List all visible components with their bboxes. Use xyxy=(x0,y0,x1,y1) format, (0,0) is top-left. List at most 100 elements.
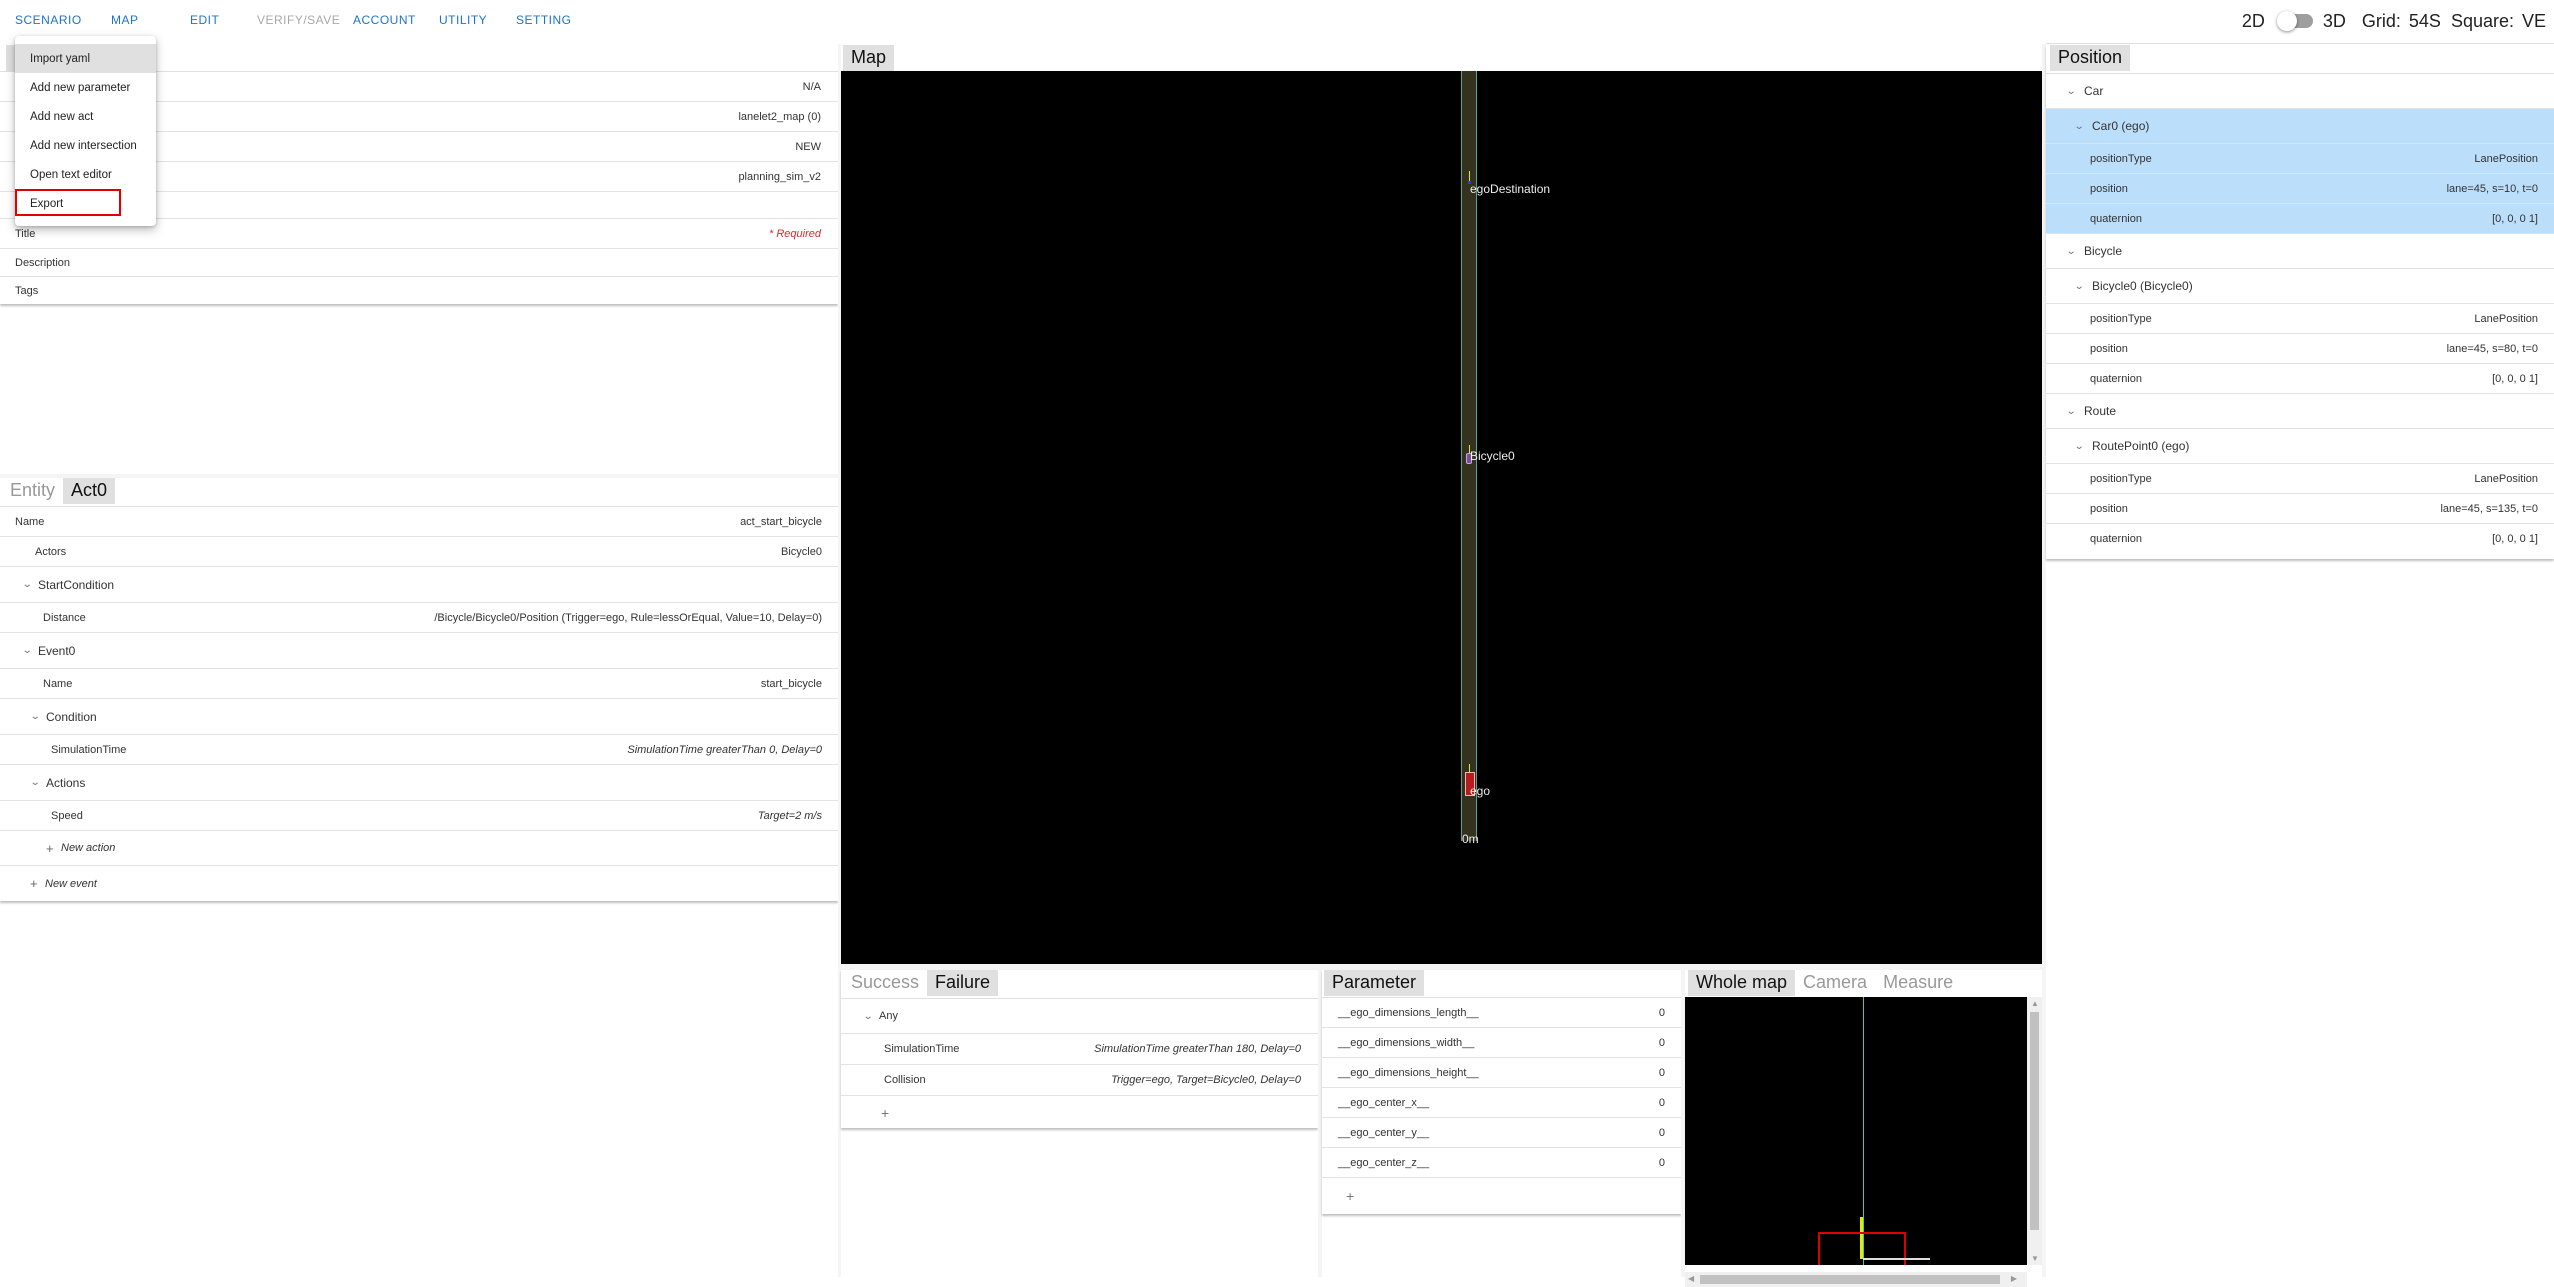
menu-item-add-new-parameter[interactable]: Add new parameter xyxy=(15,73,156,102)
chevron-down-icon[interactable]: ⌄ xyxy=(22,579,33,590)
row-key: SimulationTime xyxy=(51,743,127,756)
description-row[interactable]: Description xyxy=(0,249,838,277)
tab-measure[interactable]: Measure xyxy=(1875,970,1961,996)
prop-row[interactable]: positionType LanePosition xyxy=(2046,464,2554,494)
tab-success[interactable]: Success xyxy=(843,970,927,996)
plus-icon[interactable]: + xyxy=(881,1105,889,1121)
tab-entity[interactable]: Entity xyxy=(2,478,63,504)
scroll-up-icon[interactable]: ▲ xyxy=(2031,999,2039,1008)
param-value[interactable]: 0 xyxy=(1659,1097,1665,1109)
prop-row[interactable]: positionType LanePosition xyxy=(2046,144,2554,174)
tab-whole-map[interactable]: Whole map xyxy=(1688,970,1796,996)
entity-car0[interactable]: ⌄ Car0 (ego) xyxy=(2046,109,2554,144)
start-condition-row[interactable]: ⌄ StartCondition xyxy=(0,567,838,603)
tab-map[interactable]: Map xyxy=(843,45,895,71)
new-action-label[interactable]: New action xyxy=(61,842,115,854)
menu-item-import-yaml[interactable]: Import yaml xyxy=(15,44,156,73)
chevron-down-icon[interactable]: ⌄ xyxy=(2074,281,2085,292)
param-value[interactable]: 0 xyxy=(1659,1007,1665,1019)
group-car[interactable]: ⌄ Car xyxy=(2046,74,2554,109)
map-canvas[interactable]: egoDestination Bicycle0 ego 0m xyxy=(841,71,2042,964)
tab-camera[interactable]: Camera xyxy=(1795,970,1875,996)
nav-setting[interactable]: SETTING xyxy=(516,13,572,27)
plus-icon[interactable]: + xyxy=(1346,1188,1354,1204)
param-value[interactable]: 0 xyxy=(1659,1037,1665,1049)
param-value[interactable]: 0 xyxy=(1659,1157,1665,1169)
minimap-vertical-scrollbar[interactable]: ▲ ▼ xyxy=(2027,997,2042,1265)
scrollbar-thumb[interactable] xyxy=(1700,1275,2000,1284)
nav-utility[interactable]: UTILITY xyxy=(439,13,487,27)
chevron-down-icon[interactable]: ⌄ xyxy=(2066,406,2077,417)
scroll-left-icon[interactable]: ◀ xyxy=(1688,1274,1694,1283)
add-parameter-row[interactable]: + xyxy=(1322,1178,1681,1214)
entity-routepoint0[interactable]: ⌄ RoutePoint0 (ego) xyxy=(2046,429,2554,464)
condition-row[interactable]: ⌄ Condition xyxy=(0,699,838,735)
failure-row[interactable]: SimulationTime SimulationTime greaterThan… xyxy=(841,1034,1318,1065)
plus-icon[interactable]: + xyxy=(46,841,54,856)
parameter-row[interactable]: __ego_dimensions_width__ 0 xyxy=(1322,1028,1681,1058)
parameter-row[interactable]: __ego_dimensions_length__ 0 xyxy=(1322,998,1681,1028)
title-required-hint: * Required xyxy=(769,227,821,240)
simulation-time-row[interactable]: SimulationTime SimulationTime greaterThan… xyxy=(0,735,838,765)
view-mode-switch[interactable] xyxy=(2276,11,2313,31)
parameter-row[interactable]: __ego_center_y__ 0 xyxy=(1322,1118,1681,1148)
failure-row[interactable]: Collision Trigger=ego, Target=Bicycle0, D… xyxy=(841,1065,1318,1096)
tags-row[interactable]: Tags xyxy=(0,277,838,305)
parameter-row[interactable]: __ego_dimensions_height__ 0 xyxy=(1322,1058,1681,1088)
chevron-down-icon[interactable]: ⌄ xyxy=(2074,441,2085,452)
chevron-down-icon[interactable]: ⌄ xyxy=(2066,246,2077,257)
minimap-canvas[interactable] xyxy=(1685,997,2027,1265)
menu-item-open-text-editor[interactable]: Open text editor xyxy=(15,160,156,189)
event0-row[interactable]: ⌄ Event0 xyxy=(0,633,838,669)
tab-parameter[interactable]: Parameter xyxy=(1324,970,1425,996)
menu-item-export[interactable]: Export xyxy=(15,189,156,218)
switch-thumb[interactable] xyxy=(2276,11,2297,31)
scroll-right-icon[interactable]: ▶ xyxy=(2011,1274,2017,1283)
tab-position[interactable]: Position xyxy=(2050,45,2131,71)
actions-row[interactable]: ⌄ Actions xyxy=(0,765,838,801)
chevron-down-icon[interactable]: ⌄ xyxy=(22,645,33,656)
entity-bicycle0[interactable]: ⌄ Bicycle0 (Bicycle0) xyxy=(2046,269,2554,304)
tab-failure[interactable]: Failure xyxy=(927,970,999,996)
chevron-down-icon[interactable]: ⌄ xyxy=(30,711,41,722)
speed-row[interactable]: Speed Target=2 m/s xyxy=(0,801,838,831)
plus-icon[interactable]: + xyxy=(30,876,38,891)
prop-row[interactable]: position lane=45, s=80, t=0 xyxy=(2046,334,2554,364)
act-name-row[interactable]: Name act_start_bicycle xyxy=(0,507,838,537)
chevron-down-icon[interactable]: ⌄ xyxy=(863,1011,874,1022)
scroll-down-icon[interactable]: ▼ xyxy=(2031,1254,2039,1263)
prop-row[interactable]: position lane=45, s=10, t=0 xyxy=(2046,174,2554,204)
new-action-row[interactable]: + New action xyxy=(0,831,838,866)
prop-row[interactable]: position lane=45, s=135, t=0 xyxy=(2046,494,2554,524)
distance-row[interactable]: Distance/Bicycle/Bicycle0/Position (Trig… xyxy=(0,603,838,633)
group-route[interactable]: ⌄ Route xyxy=(2046,394,2554,429)
prop-row[interactable]: quaternion [0, 0, 0 1] xyxy=(2046,524,2554,554)
param-value[interactable]: 0 xyxy=(1659,1127,1665,1139)
minimap-horizontal-scrollbar[interactable]: ◀ ▶ xyxy=(1685,1272,2027,1287)
group-bicycle[interactable]: ⌄ Bicycle xyxy=(2046,234,2554,269)
parameter-row[interactable]: __ego_center_x__ 0 xyxy=(1322,1088,1681,1118)
tab-act0[interactable]: Act0 xyxy=(63,478,116,504)
chevron-down-icon[interactable]: ⌄ xyxy=(30,777,41,788)
nav-map[interactable]: MAP xyxy=(111,13,139,27)
parameter-row[interactable]: __ego_center_z__ 0 xyxy=(1322,1148,1681,1178)
minimap-viewport-rect[interactable] xyxy=(1818,1232,1906,1265)
nav-scenario[interactable]: SCENARIO xyxy=(15,13,82,27)
prop-row[interactable]: positionType LanePosition xyxy=(2046,304,2554,334)
scrollbar-thumb[interactable] xyxy=(2030,1012,2039,1230)
any-group-row[interactable]: ⌄ Any xyxy=(841,999,1318,1034)
actors-row[interactable]: Actors Bicycle0 xyxy=(0,537,838,567)
prop-row[interactable]: quaternion [0, 0, 0 1] xyxy=(2046,204,2554,234)
chevron-down-icon[interactable]: ⌄ xyxy=(2066,86,2077,97)
chevron-down-icon[interactable]: ⌄ xyxy=(2074,121,2085,132)
nav-account[interactable]: ACCOUNT xyxy=(353,13,416,27)
new-event-row[interactable]: + New event xyxy=(0,866,838,901)
new-event-label[interactable]: New event xyxy=(45,878,97,890)
menu-item-add-new-act[interactable]: Add new act xyxy=(15,102,156,131)
menu-item-add-new-intersection[interactable]: Add new intersection xyxy=(15,131,156,160)
add-condition-row[interactable]: + xyxy=(841,1096,1318,1129)
param-value[interactable]: 0 xyxy=(1659,1067,1665,1079)
event-name-row[interactable]: Name start_bicycle xyxy=(0,669,838,699)
prop-row[interactable]: quaternion [0, 0, 0 1] xyxy=(2046,364,2554,394)
nav-edit[interactable]: EDIT xyxy=(190,13,219,27)
